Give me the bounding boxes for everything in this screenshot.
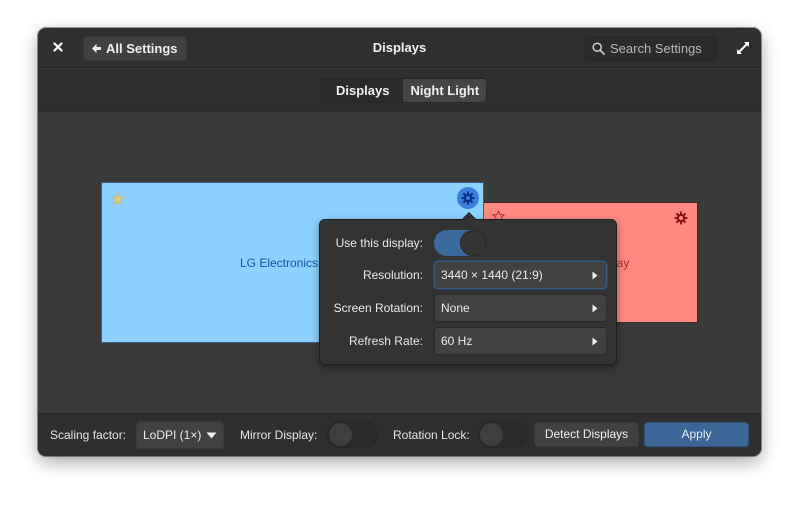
detect-displays-button[interactable]: Detect Displays (534, 422, 639, 447)
display-arrangement-area: lay LG Electronics Use this display: Res… (38, 113, 761, 413)
header-bar: All Settings Displays (38, 28, 761, 68)
gear-icon (461, 191, 475, 205)
screen-rotation-value: None (441, 301, 470, 315)
scaling-factor-value: LoDPI (1×) (143, 428, 202, 442)
scaling-factor-dropdown[interactable]: LoDPI (1×) (136, 421, 225, 449)
menu-right-arrow-icon (592, 337, 598, 346)
display-settings-button[interactable] (457, 187, 479, 209)
switch-knob (460, 230, 486, 256)
tab-bar: Displays Night Light (38, 69, 761, 112)
resolution-combo[interactable]: 3440 × 1440 (21:9) (434, 261, 607, 289)
chevron-down-icon (206, 432, 217, 438)
resolution-value: 3440 × 1440 (21:9) (441, 268, 543, 282)
monitor-name-label: LG Electronics (240, 256, 319, 270)
use-display-switch[interactable] (434, 230, 486, 256)
menu-right-arrow-icon (592, 304, 598, 313)
maximize-button[interactable] (736, 41, 750, 55)
settings-window: All Settings Displays Displays Night Lig… (38, 28, 761, 456)
screen-rotation-label: Screen Rotation: (333, 301, 423, 315)
refresh-rate-label: Refresh Rate: (348, 334, 423, 348)
maximize-icon (737, 42, 749, 54)
refresh-rate-value: 60 Hz (441, 334, 473, 348)
popover-arrow (461, 212, 477, 220)
search-icon (592, 42, 605, 55)
apply-button[interactable]: Apply (644, 422, 749, 447)
search-field[interactable] (585, 36, 717, 61)
scaling-factor-label: Scaling factor: (50, 428, 127, 442)
star-filled-icon[interactable] (111, 192, 125, 206)
refresh-rate-combo[interactable]: 60 Hz (434, 327, 607, 355)
rotation-lock-switch[interactable] (478, 421, 529, 448)
tab-displays[interactable]: Displays (322, 79, 404, 102)
action-bar: Scaling factor: LoDPI (1×) Mirror Displa… (38, 413, 761, 456)
search-input[interactable] (610, 41, 710, 56)
gear-icon[interactable] (674, 211, 688, 225)
stack-switcher: Displays Night Light (321, 78, 488, 103)
menu-right-arrow-icon (592, 271, 598, 280)
rotation-lock-label: Rotation Lock: (393, 428, 470, 442)
screen-rotation-combo[interactable]: None (434, 294, 607, 322)
mirror-display-label: Mirror Display: (240, 428, 318, 442)
switch-knob (328, 422, 353, 447)
resolution-label: Resolution: (362, 268, 423, 282)
mirror-display-switch[interactable] (327, 421, 378, 448)
display-settings-popover: Use this display: Resolution: 3440 × 144… (319, 212, 617, 365)
use-display-label: Use this display: (335, 236, 423, 250)
switch-knob (479, 422, 504, 447)
tab-night-light[interactable]: Night Light (403, 79, 487, 102)
